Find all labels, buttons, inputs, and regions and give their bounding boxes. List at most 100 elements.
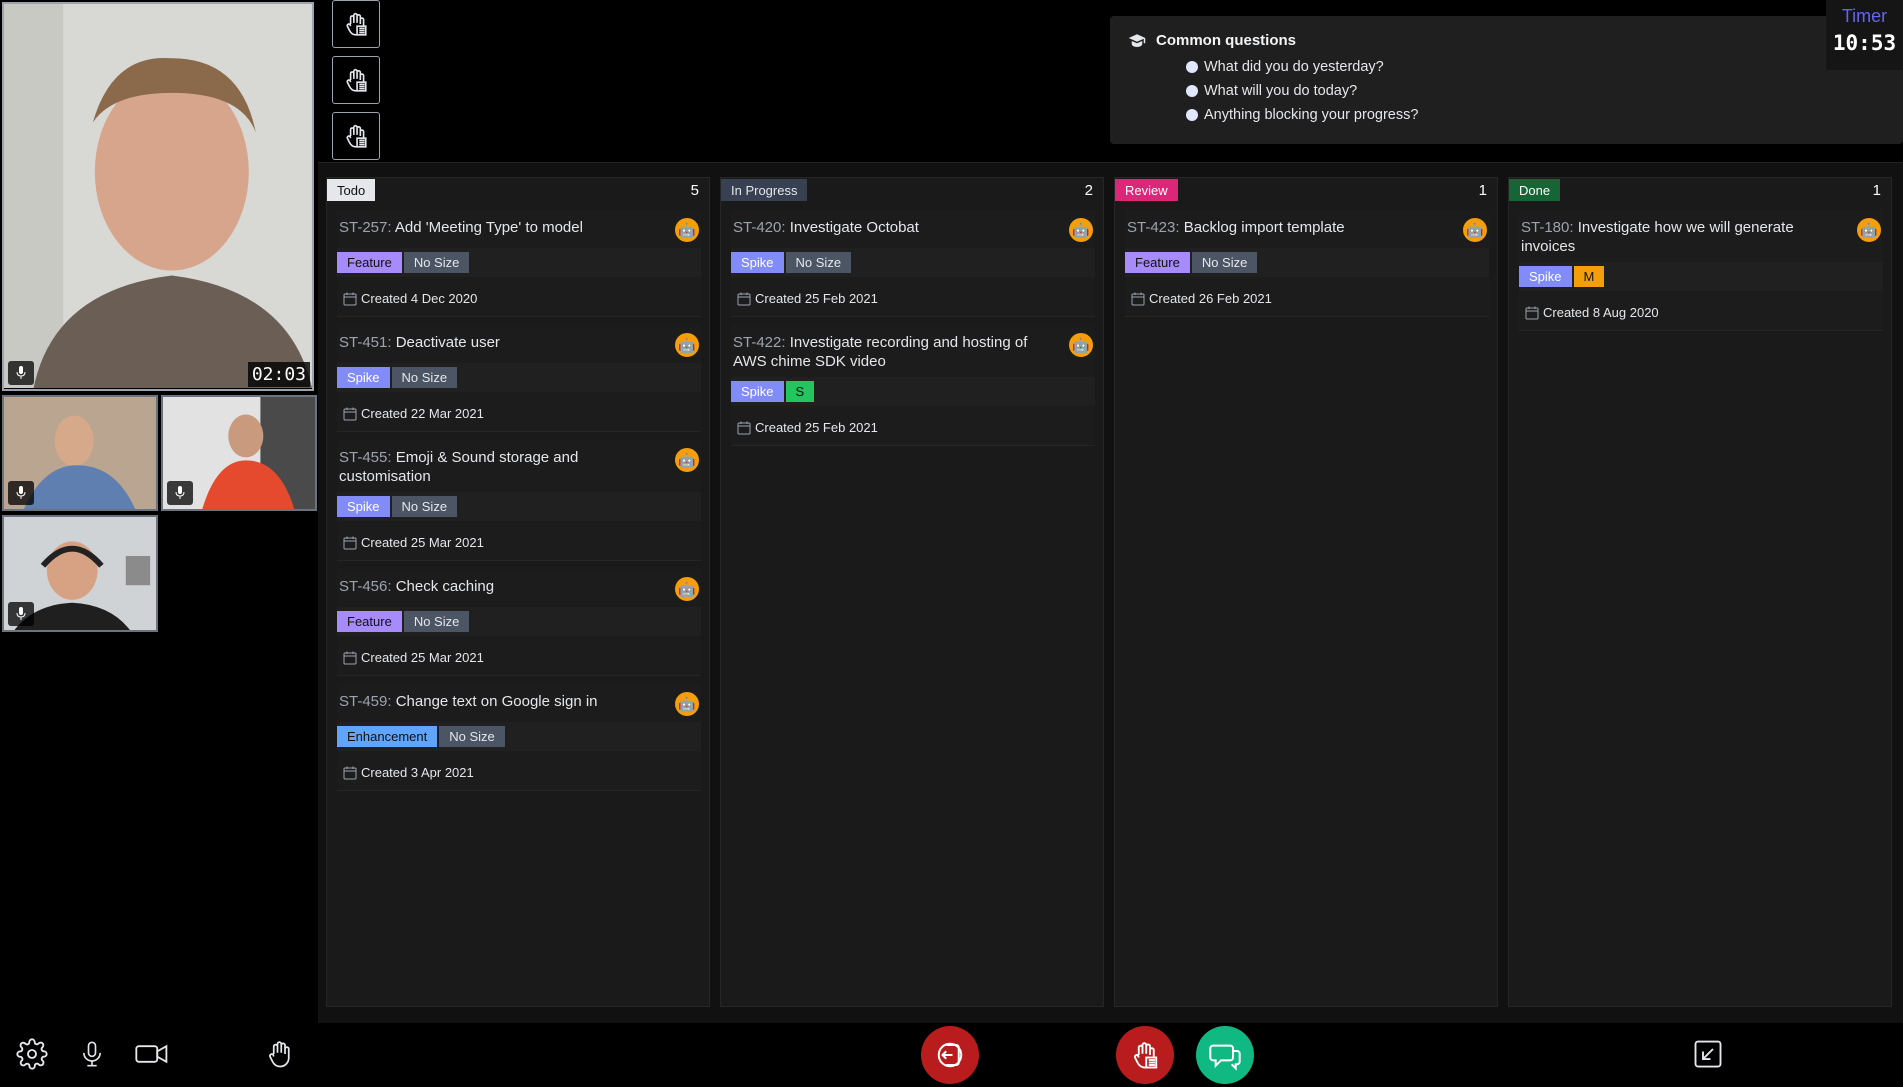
story-card[interactable]: ST-180: Investigate how we will generate… — [1519, 210, 1883, 331]
created-date: Created 26 Feb 2021 — [1125, 291, 1489, 306]
story-key: ST-451: — [339, 334, 392, 351]
story-size-tag: No Size — [391, 496, 458, 517]
video-tile-participant[interactable] — [2, 395, 158, 511]
column-header: Done 1 — [1509, 178, 1891, 202]
bullet-icon — [1186, 61, 1198, 73]
column-label: Done — [1509, 179, 1561, 201]
story-type-tag: Feature — [337, 611, 402, 632]
column-header: Todo 5 — [327, 178, 709, 202]
story-card[interactable]: ST-455: Emoji & Sound storage and custom… — [337, 440, 701, 561]
story-card[interactable]: ST-459: Change text on Google sign in 🤖 En… — [337, 684, 701, 791]
story-card[interactable]: ST-420: Investigate Octobat 🤖 Spike No Size… — [731, 210, 1095, 317]
story-card[interactable]: ST-257: Add 'Meeting Type' to model 🤖 Feat… — [337, 210, 701, 317]
card-tags: Spike No Size — [337, 492, 701, 521]
camera-button[interactable] — [134, 1036, 170, 1072]
calendar-icon — [343, 766, 357, 779]
story-key: ST-420: — [733, 219, 786, 236]
timer-value: 10:53 — [1832, 31, 1897, 55]
card-tags: Feature No Size — [337, 607, 701, 636]
created-date: Created 22 Mar 2021 — [337, 406, 701, 421]
story-size-tag: No Size — [439, 726, 505, 747]
column-label: Review — [1115, 179, 1178, 201]
calendar-icon — [737, 421, 751, 434]
story-card[interactable]: ST-423: Backlog import template 🤖 Feature N… — [1125, 210, 1489, 317]
story-key: ST-455: — [339, 449, 392, 466]
story-key: ST-456: — [339, 578, 392, 595]
raise-hand-button[interactable] — [332, 56, 380, 104]
story-key: ST-257: — [339, 219, 392, 236]
card-tags: Spike No Size — [337, 363, 701, 392]
lower-hand-button[interactable] — [1116, 1026, 1174, 1084]
story-title: Add 'Meeting Type' to model — [394, 219, 583, 236]
story-type-tag: Spike — [337, 367, 390, 388]
raise-hand-icon — [269, 1041, 290, 1068]
column-count: 1 — [1478, 181, 1487, 199]
assignee-avatar[interactable]: 🤖 — [1857, 218, 1881, 242]
microphone-button[interactable] — [74, 1036, 110, 1072]
story-type-tag: Feature — [337, 252, 402, 273]
story-size-tag: M — [1573, 266, 1605, 287]
minimize-button[interactable] — [1690, 1036, 1726, 1072]
story-type-tag: Enhancement — [337, 726, 438, 747]
common-questions-panel: Common questions What did you do yesterd… — [1110, 16, 1903, 144]
video-tile-participant[interactable] — [161, 395, 317, 511]
board-column: Review 1 ST-423: Backlog import template 🤖 F… — [1114, 177, 1498, 1007]
created-date: Created 25 Feb 2021 — [731, 291, 1095, 306]
assignee-avatar[interactable]: 🤖 — [675, 333, 699, 357]
story-card[interactable]: ST-456: Check caching 🤖 Feature No Size Crea… — [337, 569, 701, 676]
assignee-avatar[interactable]: 🤖 — [675, 218, 699, 242]
mic-status-icon — [167, 481, 193, 505]
story-type-tag: Spike — [1519, 266, 1572, 287]
settings-button[interactable] — [14, 1036, 50, 1072]
chat-button[interactable] — [1196, 1026, 1254, 1084]
calendar-icon — [1131, 292, 1145, 305]
video-camera-icon — [135, 1044, 168, 1064]
card-title: ST-422: Investigate recording and hostin… — [731, 325, 1095, 377]
story-type-tag: Spike — [731, 252, 784, 273]
leave-meeting-button[interactable] — [921, 1026, 979, 1084]
assignee-avatar[interactable]: 🤖 — [1069, 218, 1093, 242]
questions-title: Common questions — [1156, 32, 1297, 49]
card-title: ST-451: Deactivate user 🤖 — [337, 325, 701, 363]
gear-icon — [16, 1038, 48, 1070]
meeting-timer: Timer 10:53 — [1826, 0, 1903, 70]
board-column: In Progress 2 ST-420: Investigate Octobat 🤖… — [720, 177, 1104, 1007]
assignee-avatar[interactable]: 🤖 — [675, 577, 699, 601]
chat-icon — [1209, 1044, 1241, 1071]
card-title: ST-420: Investigate Octobat 🤖 — [731, 210, 1095, 248]
timer-label: Timer — [1841, 6, 1888, 26]
card-tags: Feature No Size — [1125, 248, 1489, 277]
created-date: Created 25 Feb 2021 — [731, 420, 1095, 435]
bullet-icon — [1186, 109, 1198, 121]
column-header: Review 1 — [1115, 178, 1497, 202]
questions-list: What did you do yesterday? What will you… — [1186, 55, 1885, 127]
calendar-icon — [1525, 306, 1539, 319]
column-header: In Progress 2 — [721, 178, 1103, 202]
story-card[interactable]: ST-422: Investigate recording and hostin… — [731, 325, 1095, 446]
calendar-icon — [737, 292, 751, 305]
story-card[interactable]: ST-451: Deactivate user 🤖 Spike No Size Crea… — [337, 325, 701, 432]
raise-hand-toolbar-button[interactable] — [262, 1036, 298, 1072]
story-title: Check caching — [395, 578, 495, 595]
created-date: Created 8 Aug 2020 — [1519, 305, 1883, 320]
kanban-board: Todo 5 ST-257: Add 'Meeting Type' to model… — [318, 162, 1903, 1023]
assignee-avatar[interactable]: 🤖 — [675, 448, 699, 472]
assignee-avatar[interactable]: 🤖 — [1463, 218, 1487, 242]
speaker-timer: 02:03 — [247, 362, 310, 387]
column-count: 5 — [690, 181, 699, 199]
story-size-tag: No Size — [391, 367, 458, 388]
column-label: Todo — [327, 179, 376, 201]
leave-icon — [937, 1042, 963, 1068]
raise-hand-icon — [346, 68, 367, 92]
raise-hand-button[interactable] — [332, 112, 380, 160]
card-tags: Spike M — [1519, 262, 1883, 291]
story-key: ST-423: — [1127, 219, 1180, 236]
assignee-avatar[interactable]: 🤖 — [1069, 333, 1093, 357]
card-title: ST-459: Change text on Google sign in 🤖 — [337, 684, 701, 722]
assignee-avatar[interactable]: 🤖 — [675, 692, 699, 716]
card-title: ST-257: Add 'Meeting Type' to model 🤖 — [337, 210, 701, 248]
video-tile-main-speaker[interactable]: 02:03 — [2, 2, 314, 391]
video-tile-participant[interactable] — [2, 515, 158, 632]
raise-hand-button[interactable] — [332, 0, 380, 48]
story-key: ST-180: — [1521, 219, 1574, 236]
